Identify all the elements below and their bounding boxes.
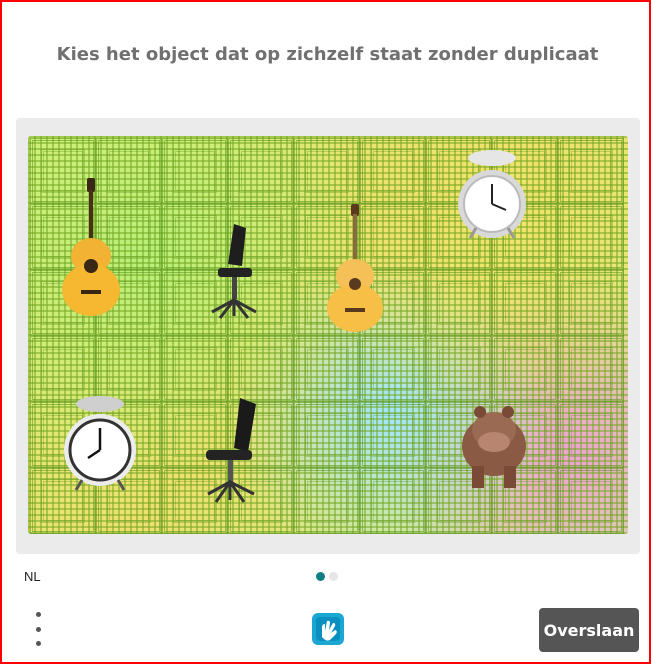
office-chair-icon[interactable] bbox=[204, 222, 264, 322]
page-dot-active[interactable] bbox=[316, 572, 325, 581]
background-tile bbox=[558, 204, 624, 270]
alarm-clock-icon[interactable] bbox=[454, 148, 530, 244]
menu-dot-icon bbox=[35, 612, 41, 617]
page-indicator bbox=[316, 572, 338, 581]
background-tile bbox=[294, 402, 360, 468]
guitar-icon[interactable] bbox=[320, 204, 390, 334]
background-tile bbox=[492, 336, 558, 402]
menu-button[interactable] bbox=[28, 612, 48, 646]
background-tile bbox=[426, 336, 492, 402]
hcaptcha-logo-icon[interactable] bbox=[308, 609, 348, 649]
background-tile bbox=[162, 336, 228, 402]
background-tile bbox=[294, 468, 360, 534]
background-tile bbox=[558, 270, 624, 336]
background-tile bbox=[228, 336, 294, 402]
background-tile bbox=[360, 402, 426, 468]
page-dot[interactable] bbox=[329, 572, 338, 581]
background-tile bbox=[558, 402, 624, 468]
background-tile bbox=[558, 468, 624, 534]
challenge-image[interactable] bbox=[28, 136, 628, 534]
background-tile bbox=[162, 138, 228, 204]
background-tile bbox=[360, 336, 426, 402]
background-tile bbox=[360, 468, 426, 534]
background-tile bbox=[294, 336, 360, 402]
menu-dot-icon bbox=[35, 641, 41, 646]
background-tile bbox=[558, 138, 624, 204]
background-tile bbox=[558, 336, 624, 402]
hippopotamus-icon[interactable] bbox=[454, 396, 534, 492]
background-tile bbox=[426, 270, 492, 336]
background-tile bbox=[228, 138, 294, 204]
background-tile bbox=[96, 336, 162, 402]
captcha-frame: Kies het object dat op zichzelf staat zo… bbox=[0, 0, 651, 664]
background-tile bbox=[294, 138, 360, 204]
background-tile bbox=[30, 336, 96, 402]
language-label[interactable]: NL bbox=[24, 569, 41, 584]
skip-button[interactable]: Overslaan bbox=[539, 608, 639, 652]
background-tile bbox=[360, 138, 426, 204]
challenge-panel bbox=[16, 118, 640, 554]
menu-dot-icon bbox=[35, 626, 41, 632]
alarm-clock-icon[interactable] bbox=[60, 394, 140, 494]
background-tile bbox=[492, 270, 558, 336]
office-chair-icon[interactable] bbox=[198, 394, 268, 504]
guitar-icon[interactable] bbox=[56, 178, 126, 318]
challenge-prompt: Kies het object dat op zichzelf staat zo… bbox=[56, 44, 599, 65]
